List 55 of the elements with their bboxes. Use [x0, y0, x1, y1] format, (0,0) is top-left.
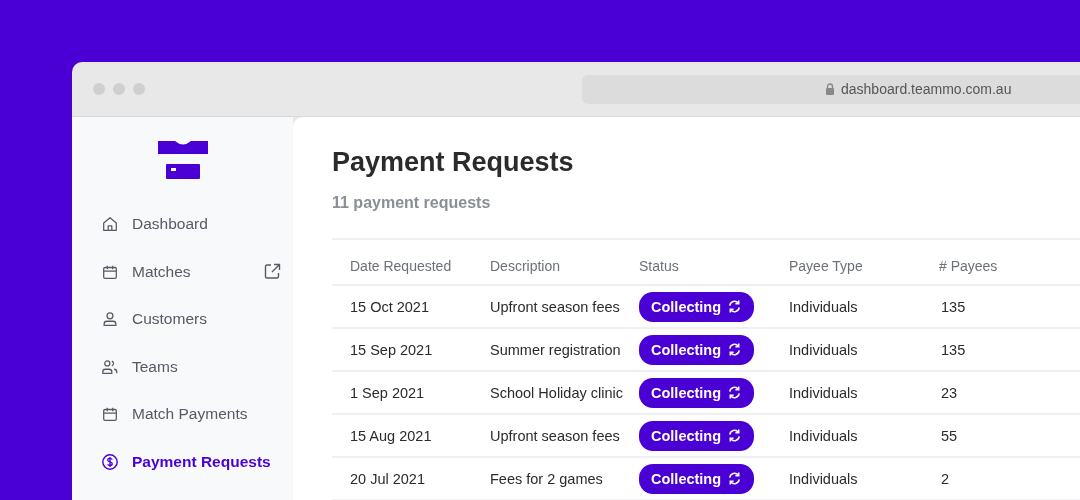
- sidebar-item[interactable]: Match Payments: [101, 396, 281, 432]
- table-cell-text: Fees for 2 games: [490, 470, 604, 487]
- sidebar-item[interactable]: Teams: [101, 348, 281, 385]
- column-header[interactable]: Status: [639, 258, 789, 274]
- column-header[interactable]: Description: [490, 258, 639, 274]
- dollar-icon: [101, 452, 119, 471]
- table-cell-text: 2: [940, 470, 951, 487]
- column-header[interactable]: Payee Type: [789, 258, 939, 274]
- users-icon: [101, 357, 119, 376]
- sync-icon: [727, 299, 743, 314]
- table-cell-text: Upfront season fees: [490, 427, 621, 444]
- external-link-icon[interactable]: [264, 263, 281, 280]
- page-title: Payment Requests: [332, 147, 575, 179]
- table-cell-text: 15 Aug 2021: [350, 427, 433, 444]
- page-subtitle: 11 payment requests: [332, 194, 492, 213]
- status-badge: Collecting: [639, 334, 755, 365]
- user-icon: [101, 310, 119, 328]
- table-cell-text: School Holiday clinic: [490, 384, 624, 401]
- table-cell-text: 1 Sep 2021: [350, 384, 426, 401]
- sidebar-item[interactable]: Payment Requests: [101, 443, 281, 480]
- window-control[interactable]: [113, 83, 125, 95]
- table-cell-text: Individuals: [789, 384, 859, 401]
- table-cell-text: 135: [940, 341, 967, 358]
- sync-icon: [727, 428, 743, 443]
- sync-icon: [727, 385, 743, 400]
- table-cell-text: 55: [940, 427, 959, 444]
- sidebar-item[interactable]: Matches: [101, 253, 281, 290]
- table-cell-text: Summer registration: [490, 341, 622, 358]
- status-badge: Collecting: [639, 420, 755, 451]
- lock-icon: [825, 83, 835, 95]
- table-cell-text: 23: [940, 384, 959, 401]
- sync-icon: [727, 342, 743, 357]
- column-header[interactable]: # Payees: [939, 258, 1080, 274]
- table-cell-text: 135: [940, 298, 967, 315]
- window-control[interactable]: [133, 83, 145, 95]
- sidebar-item[interactable]: Customers: [101, 301, 281, 337]
- status-badge: Collecting: [639, 291, 755, 322]
- table-cell-text: Individuals: [789, 427, 859, 444]
- status-badge: Collecting: [639, 377, 755, 408]
- sidebar-item[interactable]: Dashboard: [101, 206, 281, 242]
- address-bar[interactable]: dashboard.teammo.com.au: [582, 74, 1080, 104]
- home-icon: [101, 215, 119, 233]
- shirt-logo-icon: [156, 140, 209, 180]
- table-cell-text: 15 Sep 2021: [350, 341, 434, 358]
- calendar-icon: [101, 405, 119, 423]
- sync-icon: [727, 471, 743, 486]
- table-cell-text: 20 Jul 2021: [350, 470, 426, 487]
- table-cell-text: 15 Oct 2021: [350, 298, 430, 315]
- table-cell-text: Individuals: [789, 341, 859, 358]
- table-cell-text: Individuals: [789, 470, 859, 487]
- window-control[interactable]: [93, 83, 105, 95]
- table-cell-text: Individuals: [789, 298, 859, 315]
- column-header[interactable]: Date Requested: [350, 258, 490, 274]
- table-cell-text: Upfront season fees: [490, 298, 621, 315]
- status-badge: Collecting: [639, 463, 755, 494]
